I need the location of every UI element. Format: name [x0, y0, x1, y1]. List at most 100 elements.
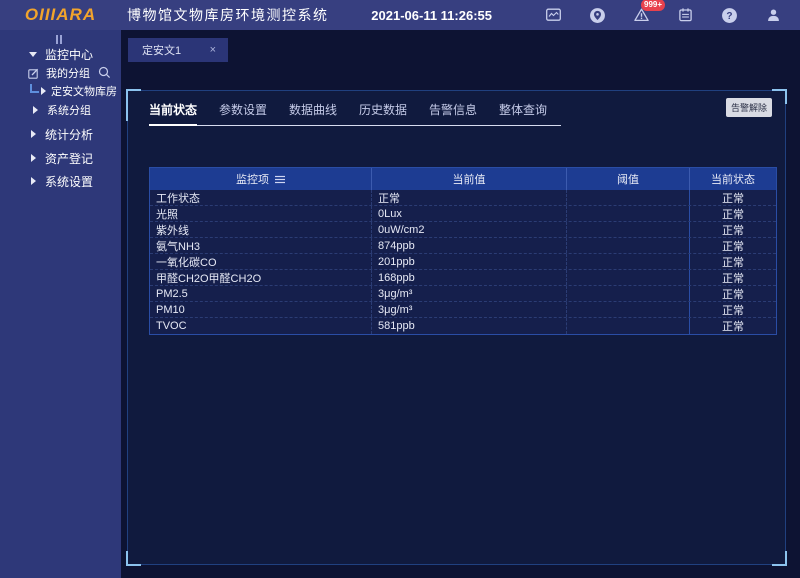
cell-current-value: 3μg/m³ — [372, 286, 567, 301]
table-row[interactable]: 紫外线 0uW/cm2 正常 — [150, 222, 776, 238]
cell-current-value: 201ppb — [372, 254, 567, 269]
cell-current-status: 正常 — [690, 318, 776, 334]
user-icon[interactable] — [764, 6, 782, 24]
corner-accent — [772, 89, 787, 104]
collapse-toggle-icon[interactable] — [56, 35, 62, 44]
chevron-right-icon — [31, 154, 36, 162]
cell-current-status: 正常 — [690, 286, 776, 301]
cell-current-status: 正常 — [690, 190, 776, 205]
header-current-status: 当前状态 — [690, 168, 776, 190]
sidebar-item-label: 统计分析 — [45, 126, 93, 143]
cell-current-value: 581ppb — [372, 318, 567, 334]
table-row[interactable]: TVOC 581ppb 正常 — [150, 318, 776, 334]
cell-threshold — [567, 318, 690, 334]
svg-text:?: ? — [726, 11, 732, 22]
logo-container: OIIIARA — [0, 5, 121, 25]
table-header-row: 监控项 当前值 阈值 当前状态 — [150, 168, 776, 190]
cell-monitor-item: 一氧化碳CO — [150, 254, 372, 269]
cell-monitor-item: 氨气NH3 — [150, 238, 372, 253]
brand-logo: OIIIARA — [25, 5, 96, 25]
sidebar-item-label: 系统设置 — [45, 173, 93, 190]
calendar-icon[interactable] — [676, 6, 694, 24]
help-icon[interactable]: ? — [720, 6, 738, 24]
corner-accent — [126, 551, 141, 566]
clear-alarm-button[interactable]: 告警解除 — [726, 98, 772, 117]
sidebar-item-my-groups[interactable]: 我的分组 — [0, 64, 121, 82]
corner-accent — [126, 89, 141, 104]
document-tab[interactable]: 定安文1 × — [128, 38, 228, 62]
screen-icon[interactable] — [544, 6, 562, 24]
tab-parameter-settings[interactable]: 参数设置 — [219, 97, 267, 125]
tab-overall-query[interactable]: 整体查询 — [499, 97, 547, 125]
cell-current-value: 正常 — [372, 190, 567, 205]
content-panel: 当前状态 参数设置 数据曲线 历史数据 告警信息 整体查询 告警解除 监控项 当… — [127, 90, 786, 565]
chevron-right-icon — [41, 87, 46, 95]
cell-monitor-item: 紫外线 — [150, 222, 372, 237]
tab-current-status[interactable]: 当前状态 — [149, 97, 197, 126]
cell-current-status: 正常 — [690, 302, 776, 317]
table-row[interactable]: 一氧化碳CO 201ppb 正常 — [150, 254, 776, 270]
sidebar-item-asset-registry[interactable]: 资产登记 — [0, 149, 121, 167]
table-row[interactable]: 氨气NH3 874ppb 正常 — [150, 238, 776, 254]
tab-alarm-info[interactable]: 告警信息 — [429, 97, 477, 125]
cell-threshold — [567, 238, 690, 253]
cell-threshold — [567, 254, 690, 269]
search-icon[interactable] — [98, 66, 111, 82]
header-monitor-item[interactable]: 监控项 — [150, 168, 372, 190]
header-threshold: 阈值 — [567, 168, 690, 190]
cell-current-status: 正常 — [690, 222, 776, 237]
list-filter-icon[interactable] — [275, 175, 285, 184]
alarm-badge: 999+ — [641, 0, 665, 11]
edit-group-icon — [28, 68, 39, 79]
cell-threshold — [567, 206, 690, 221]
table-row[interactable]: 工作状态 正常 正常 — [150, 190, 776, 206]
table-row[interactable]: PM2.5 3μg/m³ 正常 — [150, 286, 776, 302]
sidebar-item-monitor-center[interactable]: 监控中心 — [0, 45, 121, 63]
sidebar-item-system-groups[interactable]: 系统分组 — [0, 101, 121, 119]
tab-data-curve[interactable]: 数据曲线 — [289, 97, 337, 125]
top-header: OIIIARA 博物馆文物库房环境测控系统 2021-06-11 11:26:5… — [0, 0, 800, 30]
sidebar-item-label: 资产登记 — [45, 150, 93, 167]
cell-current-value: 3μg/m³ — [372, 302, 567, 317]
table-body: 工作状态 正常 正常 光照 0Lux 正常 紫外线 0uW/cm2 正常 氨气N… — [150, 190, 776, 334]
cell-threshold — [567, 270, 690, 285]
cell-threshold — [567, 190, 690, 205]
cell-current-value: 874ppb — [372, 238, 567, 253]
table-row[interactable]: 光照 0Lux 正常 — [150, 206, 776, 222]
cell-current-value: 0Lux — [372, 206, 567, 221]
table-row[interactable]: PM10 3μg/m³ 正常 — [150, 302, 776, 318]
tab-history-data[interactable]: 历史数据 — [359, 97, 407, 125]
app-title: 博物馆文物库房环境测控系统 — [127, 5, 329, 25]
document-tab-label: 定安文1 — [142, 42, 181, 58]
cell-threshold — [567, 286, 690, 301]
sidebar-item-dingan-warehouse[interactable]: 定安文物库房 — [0, 82, 121, 100]
chevron-right-icon — [31, 130, 36, 138]
chevron-down-icon — [29, 52, 37, 57]
sidebar: 监控中心 我的分组 定安文物库房 系统分组 统计分析 资产登记 系统设置 — [0, 30, 121, 578]
sidebar-item-label: 监控中心 — [45, 46, 93, 63]
header-current-value: 当前值 — [372, 168, 567, 190]
close-icon[interactable]: × — [210, 44, 216, 56]
sidebar-item-system-settings[interactable]: 系统设置 — [0, 172, 121, 190]
sidebar-item-statistics[interactable]: 统计分析 — [0, 125, 121, 143]
datetime-display: 2021-06-11 11:26:55 — [371, 8, 492, 23]
panel-tab-bar: 当前状态 参数设置 数据曲线 历史数据 告警信息 整体查询 — [149, 97, 561, 126]
chevron-right-icon — [33, 106, 38, 114]
sidebar-item-label: 定安文物库房 — [51, 83, 117, 99]
cell-monitor-item: 工作状态 — [150, 190, 372, 205]
table-row[interactable]: 甲醛CH2O甲醛CH2O 168ppb 正常 — [150, 270, 776, 286]
cell-current-value: 168ppb — [372, 270, 567, 285]
sidebar-item-label: 系统分组 — [47, 102, 91, 118]
alarm-icon[interactable]: 999+ — [632, 6, 650, 24]
cell-current-status: 正常 — [690, 270, 776, 285]
sidebar-item-label: 我的分组 — [46, 65, 90, 81]
location-icon[interactable] — [588, 6, 606, 24]
cell-monitor-item: 光照 — [150, 206, 372, 221]
cell-monitor-item: PM10 — [150, 302, 372, 317]
chevron-right-icon — [31, 177, 36, 185]
main-content: 定安文1 × 定安文物库房 > 空气质量监测 > 空气质量监测-2 当前状态 参… — [121, 30, 800, 578]
cell-monitor-item: TVOC — [150, 318, 372, 334]
cell-current-value: 0uW/cm2 — [372, 222, 567, 237]
cell-monitor-item: 甲醛CH2O甲醛CH2O — [150, 270, 372, 285]
cell-threshold — [567, 302, 690, 317]
